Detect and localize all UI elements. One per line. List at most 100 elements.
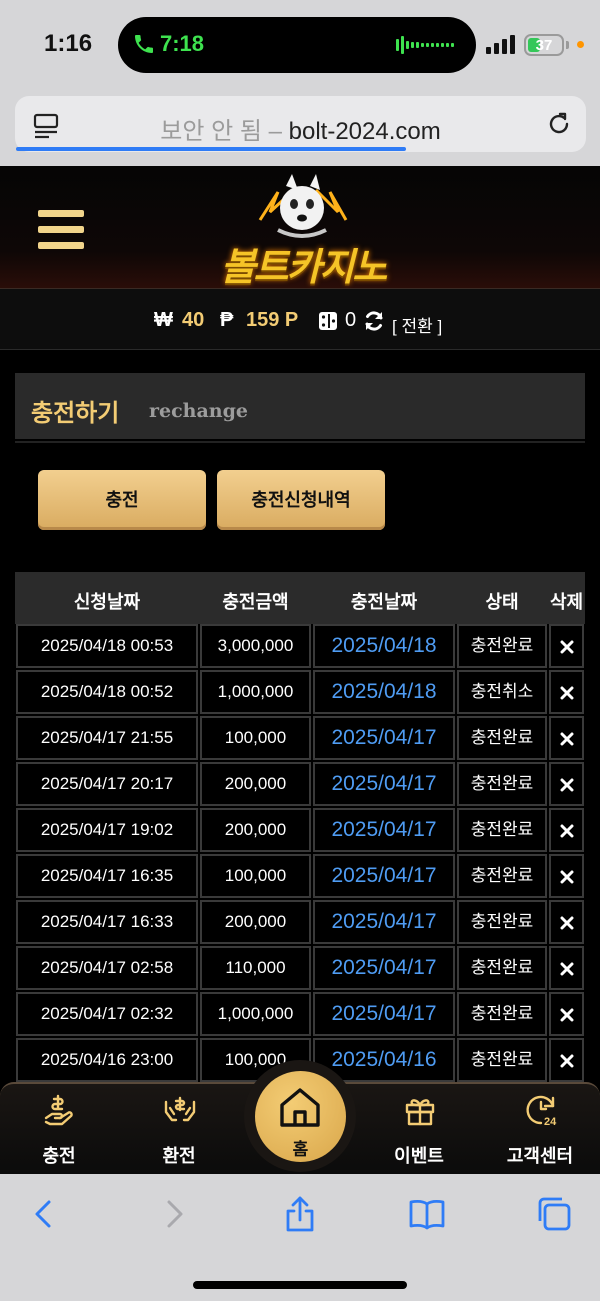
dynamic-island[interactable]: 7:18: [118, 17, 476, 73]
tab-support-label: 고객센터: [506, 1146, 574, 1166]
header-status: 상태: [485, 592, 519, 612]
delete-button[interactable]: [549, 946, 584, 990]
status-cell: 충전완료: [457, 854, 547, 898]
tab-exchange-label: 환전: [162, 1146, 196, 1166]
table-row: 2025/04/17 16:33 200,000 2025/04/17 충전완료: [15, 900, 585, 946]
tab-home-label: 홈: [292, 1140, 309, 1159]
recharge-date-link[interactable]: 2025/04/17: [313, 716, 455, 760]
tabs-icon[interactable]: [534, 1194, 574, 1234]
switch-button[interactable]: [ 전환 ]: [392, 312, 442, 337]
back-icon[interactable]: [24, 1194, 64, 1234]
requested-date-cell: 2025/04/17 21:55: [16, 716, 198, 760]
status-cell: 충전완료: [457, 716, 547, 760]
site-logo[interactable]: 볼트카지노: [198, 172, 408, 289]
requested-date-cell: 2025/04/17 02:32: [16, 992, 198, 1036]
status-bar: 1:16 7:18 37: [0, 0, 600, 92]
withdraw-hands-icon: [164, 1096, 196, 1122]
delete-button[interactable]: [549, 992, 584, 1036]
status-cell: 충전완료: [457, 762, 547, 806]
page-title: 충전하기: [31, 400, 120, 427]
home-indicator: [193, 1281, 407, 1289]
call-duration: 7:18: [160, 31, 205, 56]
recharge-date-link[interactable]: 2025/04/17: [313, 854, 455, 898]
tab-support[interactable]: 24 고객센터: [490, 1084, 590, 1176]
clock: 1:16: [44, 30, 93, 57]
bookmarks-icon[interactable]: [407, 1194, 447, 1234]
tab-event[interactable]: 이벤트: [369, 1084, 469, 1176]
close-icon: [560, 732, 573, 746]
table-row: 2025/04/17 19:02 200,000 2025/04/17 충전완료: [15, 808, 585, 854]
amount-cell: 100,000: [200, 716, 311, 760]
tab-exchange[interactable]: 환전: [129, 1084, 229, 1176]
not-secure-label: 보안 안 됨 –: [160, 118, 282, 145]
recharge-date-link[interactable]: 2025/04/17: [313, 900, 455, 944]
header-requested-date: 신청날짜: [73, 592, 141, 612]
tab-event-label: 이벤트: [394, 1146, 444, 1166]
divider: [15, 441, 585, 443]
requested-date-cell: 2025/04/16 23:00: [16, 1038, 198, 1082]
table-row: 2025/04/18 00:52 1,000,000 2025/04/18 충전취소: [15, 670, 585, 716]
recharge-button[interactable]: 충전: [38, 470, 206, 530]
recharge-history-button[interactable]: 충전신청내역: [217, 470, 385, 530]
privacy-indicator: [577, 41, 584, 48]
recharge-date-link[interactable]: 2025/04/17: [313, 808, 455, 852]
table-row: 2025/04/18 00:53 3,000,000 2025/04/18 충전완료: [15, 624, 585, 670]
address-bar[interactable]: 보안 안 됨 – bolt-2024.com: [15, 96, 586, 152]
page-subtitle: rechange: [149, 400, 248, 422]
logo-text: 볼트카지노: [220, 247, 388, 289]
recharge-date-link[interactable]: 2025/04/17: [313, 762, 455, 806]
delete-button[interactable]: [549, 900, 584, 944]
recharge-date-link[interactable]: 2025/04/17: [313, 992, 455, 1036]
battery-percent: 37: [535, 37, 553, 54]
delete-button[interactable]: [549, 624, 584, 668]
table-row: 2025/04/17 20:17 200,000 2025/04/17 충전완료: [15, 762, 585, 808]
point-balance: 159 P: [246, 309, 299, 331]
dog-mascot-icon: [258, 174, 348, 238]
requested-date-cell: 2025/04/17 20:17: [16, 762, 198, 806]
status-cell: 충전완료: [457, 1038, 547, 1082]
requested-date-cell: 2025/04/17 19:02: [16, 808, 198, 852]
close-icon: [560, 916, 573, 930]
battery-cap: [566, 41, 569, 49]
amount-cell: 110,000: [200, 946, 311, 990]
close-icon: [560, 778, 573, 792]
close-icon: [560, 824, 573, 838]
forward-icon[interactable]: [154, 1194, 194, 1234]
close-icon: [560, 870, 573, 884]
page-load-progress: [16, 147, 406, 151]
header-recharge-date: 충전날짜: [350, 592, 418, 612]
support-24-icon: 24: [526, 1095, 557, 1128]
tab-recharge-label: 충전: [42, 1146, 76, 1166]
close-icon: [560, 640, 573, 654]
delete-button[interactable]: [549, 854, 584, 898]
status-cell: 충전완료: [457, 624, 547, 668]
reload-icon[interactable]: [545, 110, 573, 138]
amount-cell: 1,000,000: [200, 992, 311, 1036]
audio-wave-icon: [396, 36, 454, 54]
recharge-date-link[interactable]: 2025/04/18: [313, 624, 455, 668]
tab-recharge[interactable]: 충전: [9, 1084, 109, 1176]
delete-button[interactable]: [549, 808, 584, 852]
close-icon: [560, 686, 573, 700]
url-text[interactable]: 보안 안 됨 – bolt-2024.com: [15, 111, 586, 146]
tab-home[interactable]: 홈: [255, 1071, 346, 1162]
amount-cell: 200,000: [200, 762, 311, 806]
delete-button[interactable]: [549, 670, 584, 714]
svg-text:24: 24: [544, 1116, 557, 1128]
won-balance: 40: [182, 309, 205, 331]
recharge-date-link[interactable]: 2025/04/18: [313, 670, 455, 714]
swap-icon[interactable]: [363, 310, 385, 332]
chip-balance: 0: [345, 309, 357, 331]
recharge-date-link[interactable]: 2025/04/17: [313, 946, 455, 990]
share-icon[interactable]: [280, 1194, 320, 1234]
battery-icon: 37: [524, 34, 564, 56]
delete-button[interactable]: [549, 762, 584, 806]
table-row: 2025/04/17 16:35 100,000 2025/04/17 충전완료: [15, 854, 585, 900]
amount-cell: 1,000,000: [200, 670, 311, 714]
close-icon: [560, 962, 573, 976]
delete-button[interactable]: [549, 1038, 584, 1082]
delete-button[interactable]: [549, 716, 584, 760]
amount-cell: 3,000,000: [200, 624, 311, 668]
menu-icon[interactable]: [38, 210, 84, 250]
amount-cell: 200,000: [200, 808, 311, 852]
